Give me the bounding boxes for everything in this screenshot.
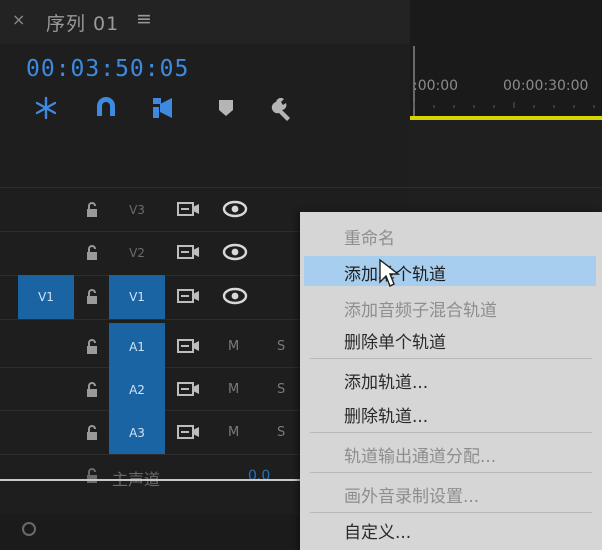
lock-icon[interactable] [83,380,101,398]
menu-item-rename[interactable]: 重命名 [344,224,395,249]
magnet-icon[interactable] [92,94,120,122]
menu-item-customize[interactable]: 自定义... [344,518,411,543]
menu-item-add-single-track[interactable]: 添加单个轨道 [304,256,596,286]
lock-icon[interactable] [83,337,101,355]
track-name-v1: V1 [129,290,145,304]
solo-button-a1[interactable]: S [277,339,285,354]
lock-icon[interactable] [83,200,101,218]
menu-item-delete-tracks[interactable]: 删除轨道... [344,402,428,427]
zoom-handle[interactable] [22,522,36,536]
mute-button-a1[interactable]: M [228,339,239,354]
track-name-a3: A3 [129,426,145,440]
mouse-cursor-icon [379,258,400,287]
lock-icon[interactable] [83,423,101,441]
sync-lock-icon[interactable] [177,244,201,260]
menu-separator [310,432,592,433]
track-name-v3: V3 [129,203,145,217]
source-name-v1: V1 [38,290,54,304]
solo-button-a3[interactable]: S [277,425,285,440]
menu-item-track-output-mapping[interactable]: 轨道输出通道分配... [344,442,496,467]
sync-lock-icon[interactable] [177,288,201,304]
add-marker-icon[interactable] [150,94,178,122]
menu-item-add-submix-track[interactable]: 添加音频子混合轨道 [344,296,497,321]
track-name-a2: A2 [129,383,145,397]
panel-menu-icon[interactable]: ≡ [136,8,152,30]
eye-icon[interactable] [222,200,248,218]
menu-separator [310,472,592,473]
solo-button-a2[interactable]: S [277,382,285,397]
zoom-scrollbar[interactable] [0,514,300,550]
sync-lock-icon[interactable] [177,381,201,397]
menu-separator [310,512,592,513]
sequence-tab-title[interactable]: 序列 01 [46,9,119,36]
track-name-v2: V2 [129,246,145,260]
master-volume-value[interactable]: 0.0 [248,468,270,484]
track-name-a1: A1 [129,340,145,354]
lock-icon[interactable] [83,466,101,484]
track-header-v1[interactable]: V1 V1 [0,287,300,309]
sync-lock-icon[interactable] [177,338,201,354]
menu-item-voiceover-settings[interactable]: 画外音录制设置... [344,482,479,507]
ruler-ticks [413,102,595,108]
work-area-bar[interactable] [410,116,602,120]
ruler-label-30s: 00:00:30:00 [503,78,589,94]
snap-icon[interactable] [32,94,60,122]
lock-icon[interactable] [83,243,101,261]
mute-button-a3[interactable]: M [228,425,239,440]
playhead-timecode[interactable]: 00:03:50:05 [26,56,189,82]
master-track-label: 主声道 [112,470,161,489]
eye-icon[interactable] [222,287,248,305]
menu-item-delete-single-track[interactable]: 删除单个轨道 [344,328,446,353]
row-separator [0,187,602,188]
track-header-a3[interactable]: A3 M S [0,423,300,445]
sync-lock-icon[interactable] [177,424,201,440]
menu-item-add-tracks[interactable]: 添加轨道... [344,368,428,393]
eye-icon[interactable] [222,243,248,261]
mute-button-a2[interactable]: M [228,382,239,397]
track-header-v2[interactable]: V2 [0,243,300,265]
marker-icon[interactable] [212,94,240,122]
close-tab-button[interactable]: × [12,10,25,29]
lock-icon[interactable] [83,287,101,305]
ruler-label-start: :00:00 [413,78,459,94]
menu-separator [310,358,592,359]
sync-lock-icon[interactable] [177,201,201,217]
wrench-icon[interactable] [270,94,298,122]
track-header-v3[interactable]: V3 [0,200,300,222]
track-header-a2[interactable]: A2 M S [0,380,300,402]
track-header-a1[interactable]: A1 M S [0,337,300,359]
